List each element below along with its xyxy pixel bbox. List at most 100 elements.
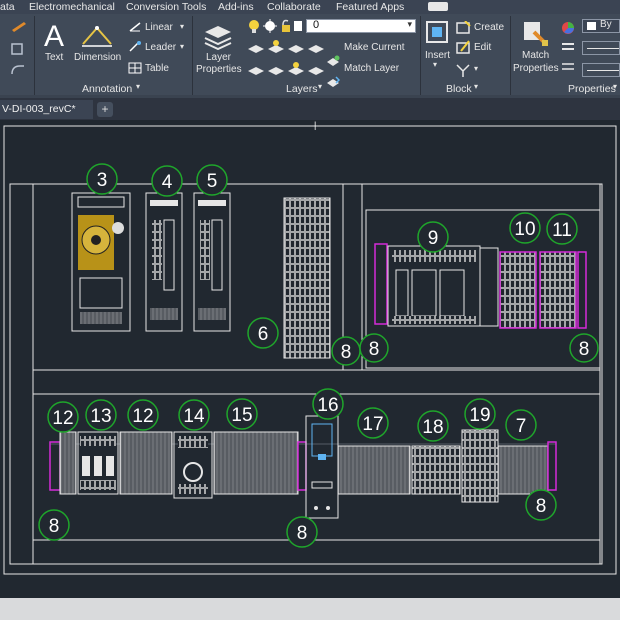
callout-7-label: 7 <box>516 416 527 437</box>
block-panel-dropdown-icon[interactable]: ▾ <box>474 82 478 91</box>
bylayer-value: By <box>600 19 612 30</box>
annotation-small-icons <box>128 22 142 74</box>
terminal-block-18 <box>411 445 461 495</box>
match-layer-label[interactable]: Match Layer <box>344 63 399 74</box>
document-tab[interactable]: V-DI-003_revC* <box>0 100 93 119</box>
insert-dropdown-icon[interactable]: ▾ <box>433 60 437 69</box>
callout-6-label: 6 <box>258 324 269 345</box>
callout-8f-label: 8 <box>536 496 547 517</box>
make-current-label[interactable]: Make Current <box>344 42 405 53</box>
annotation-panel-dropdown-icon[interactable]: ▾ <box>136 82 140 91</box>
menu-item-data[interactable]: ata <box>0 1 15 13</box>
linear-dropdown-icon[interactable]: ▾ <box>180 22 184 31</box>
dimension-button-label[interactable]: Dimension <box>74 52 121 63</box>
layer-tools-icons[interactable] <box>246 39 338 89</box>
layer-properties-label-line1[interactable]: Layer <box>206 52 231 63</box>
properties-panel-title[interactable]: Properties <box>568 83 616 95</box>
match-properties-icon[interactable] <box>520 18 550 48</box>
callout-15-label: 15 <box>231 405 252 426</box>
insert-button-label[interactable]: Insert <box>425 50 450 61</box>
breaker-bank-15 <box>213 431 299 495</box>
callout-8b-label: 8 <box>369 339 380 360</box>
lineweight-dropdown[interactable] <box>582 63 620 77</box>
block-tools-icons[interactable] <box>455 21 473 81</box>
end-stop-right <box>547 441 557 491</box>
table-button-label[interactable]: Table <box>145 63 169 74</box>
ribbon: A Text Dimension Linear ▾ Leader ▾ Table… <box>0 14 620 111</box>
vfd-drive <box>71 192 131 332</box>
menu-item-add-ins[interactable]: Add-ins <box>218 1 254 13</box>
layer-dropdown[interactable]: 0 ▾ <box>306 19 416 33</box>
menu-item-featured-apps[interactable]: Featured Apps <box>336 1 404 13</box>
callout-18-label: 18 <box>422 417 443 438</box>
callout-9-label: 9 <box>428 228 439 249</box>
breaker-12b <box>119 431 173 495</box>
edit-block-label[interactable]: Edit <box>474 42 491 53</box>
leader-button-label[interactable]: Leader <box>145 42 176 53</box>
crosshair-cursor: | <box>314 120 316 130</box>
relay-block-19 <box>461 429 499 503</box>
terminal-block-column <box>283 197 331 359</box>
servo-drive-2 <box>193 192 231 332</box>
camera-icon[interactable] <box>428 2 448 11</box>
callout-10-label: 10 <box>514 219 535 240</box>
layers-panel-title[interactable]: Layers <box>286 83 318 95</box>
callout-8a-label: 8 <box>341 342 352 363</box>
document-tab-strip: V-DI-003_revC* + <box>0 98 620 120</box>
block-panel-title[interactable]: Block <box>446 83 472 95</box>
motor-starter-14 <box>173 431 213 499</box>
breaker-12a <box>59 431 77 495</box>
menu-item-conversion-tools[interactable]: Conversion Tools <box>126 1 206 13</box>
color-dropdown[interactable]: By <box>582 19 620 33</box>
menu-item-electromechanical[interactable]: Electromechanical <box>29 1 115 13</box>
svg-text:A: A <box>44 20 64 50</box>
end-stop-left <box>49 441 61 491</box>
annotation-panel-title[interactable]: Annotation <box>82 83 132 95</box>
menu-item-collaborate[interactable]: Collaborate <box>267 1 321 13</box>
plc-assembly <box>374 243 587 329</box>
leader-dropdown-icon[interactable]: ▾ <box>180 42 184 51</box>
properties-panel-dropdown-icon[interactable]: ▾ <box>613 82 617 91</box>
make-current-icon[interactable] <box>326 55 340 69</box>
callout-4-label: 4 <box>162 172 173 193</box>
callout-12b-label: 12 <box>132 406 153 427</box>
property-type-icons[interactable] <box>560 20 576 74</box>
match-properties-label-line2[interactable]: Properties <box>513 63 559 74</box>
callout-8e-label: 8 <box>297 523 308 544</box>
block-more-dropdown-icon[interactable]: ▾ <box>474 64 478 73</box>
create-block-label[interactable]: Create <box>474 22 504 33</box>
linetype-dropdown[interactable] <box>582 41 620 55</box>
callout-3-label: 3 <box>97 170 108 191</box>
new-tab-button[interactable]: + <box>97 102 113 117</box>
layer-state-icons[interactable] <box>246 18 304 34</box>
text-icon[interactable]: A <box>42 18 70 50</box>
current-layer-value: 0 <box>313 19 320 31</box>
chevron-down-icon[interactable]: ▾ <box>407 19 412 30</box>
callout-17-label: 17 <box>362 414 383 435</box>
servo-drive-1 <box>145 192 183 332</box>
callout-8c-label: 8 <box>579 339 590 360</box>
match-properties-label-line1[interactable]: Match <box>522 50 549 61</box>
status-bar <box>0 598 620 620</box>
callout-13-label: 13 <box>90 406 111 427</box>
text-button-label[interactable]: Text <box>45 52 63 63</box>
layer-properties-icon[interactable] <box>203 20 233 50</box>
dimension-icon[interactable] <box>80 22 114 48</box>
callout-11-label: 11 <box>552 220 572 241</box>
callout-19-label: 19 <box>469 405 490 426</box>
color-swatch <box>587 22 596 30</box>
callout-12a-label: 12 <box>52 408 73 429</box>
modify-tools-icon[interactable] <box>6 18 28 78</box>
layers-panel-dropdown-icon[interactable]: ▾ <box>318 82 322 91</box>
drawing-canvas[interactable]: | 3 4 5 6 8 8 8 9 10 11 12 13 12 14 15 1… <box>0 120 620 598</box>
power-supply-16 <box>305 415 339 519</box>
callout-5-label: 5 <box>207 171 218 192</box>
callout-16-label: 16 <box>317 395 338 416</box>
menu-bar: ata Electromechanical Conversion Tools A… <box>0 0 620 14</box>
match-layer-icon[interactable] <box>326 76 340 90</box>
insert-block-icon[interactable] <box>424 18 452 48</box>
layer-properties-label-line2[interactable]: Properties <box>196 64 242 75</box>
breaker-13 <box>77 431 119 495</box>
linear-button-label[interactable]: Linear <box>145 22 173 33</box>
callout-14-label: 14 <box>183 406 205 427</box>
